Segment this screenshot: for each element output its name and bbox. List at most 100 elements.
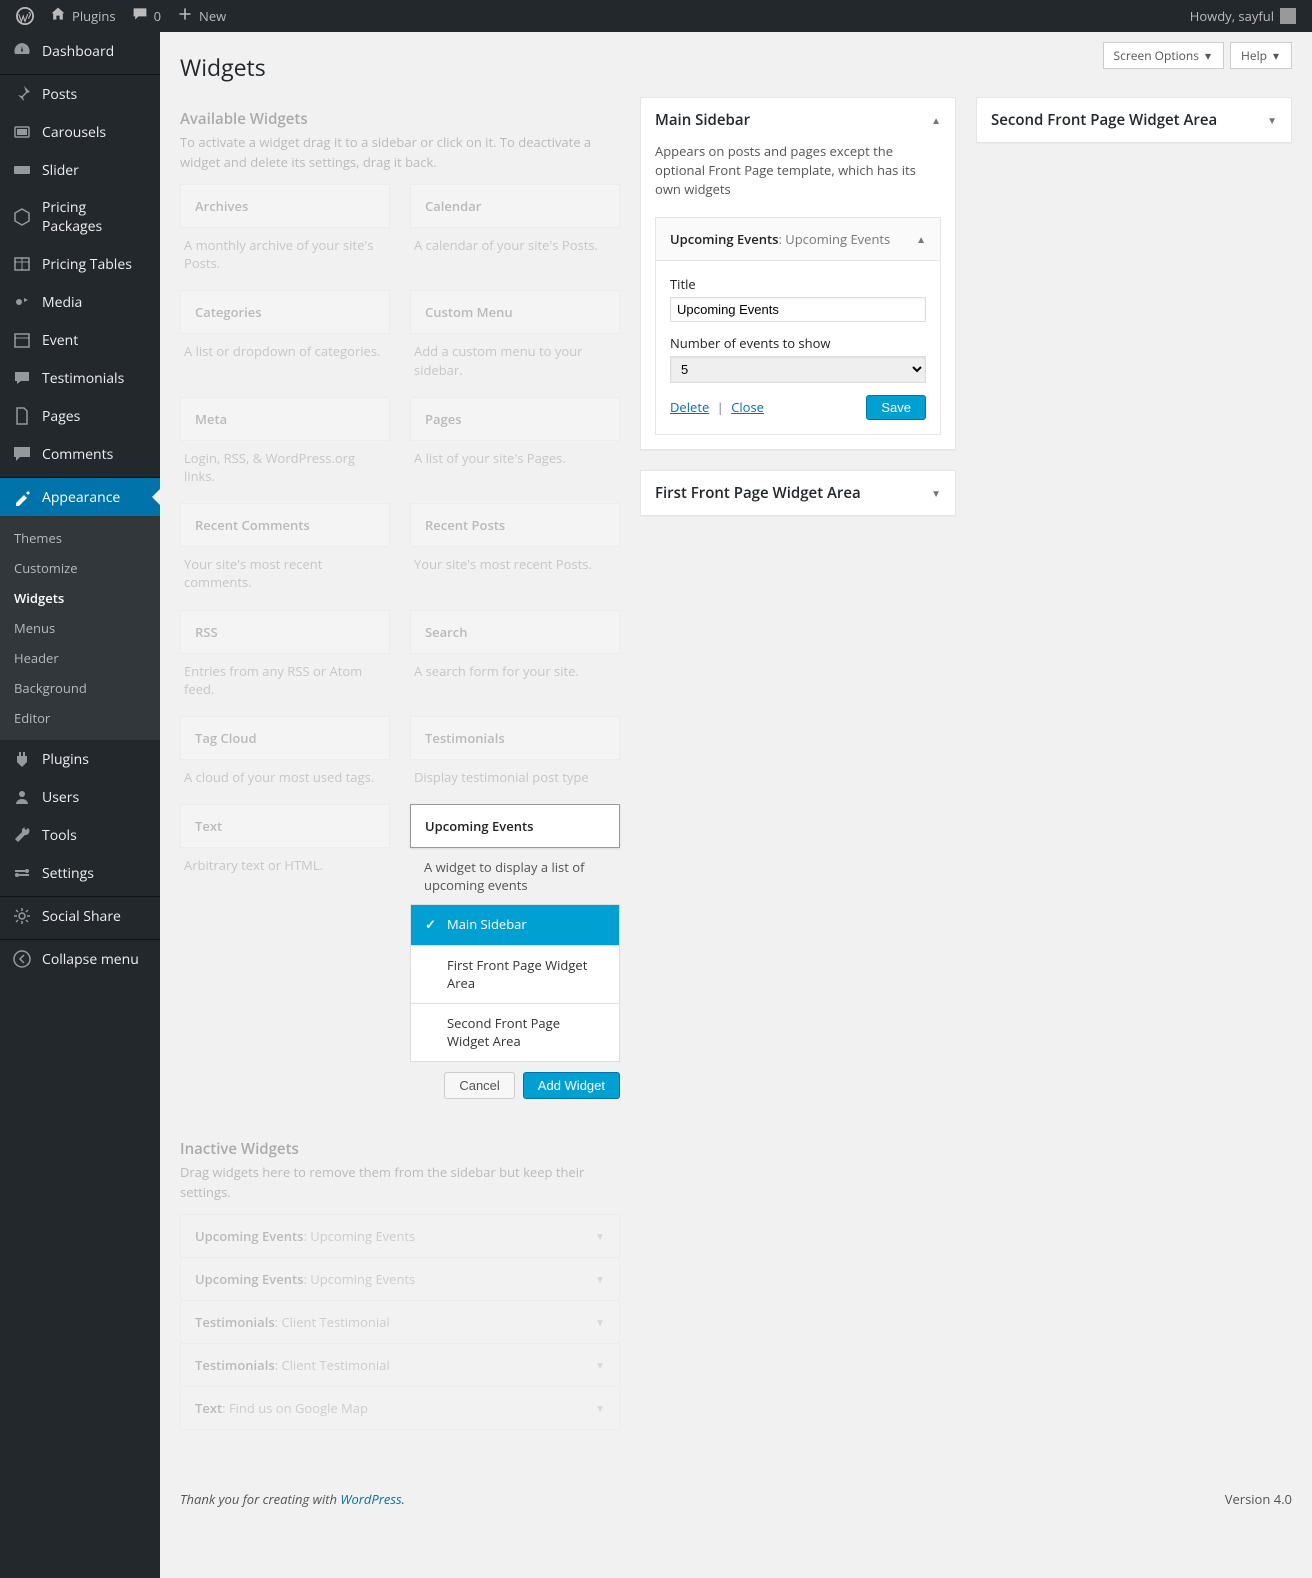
sidebar-area-second-front: Second Front Page Widget Area ▼	[976, 97, 1292, 143]
submenu-menus[interactable]: Menus	[0, 613, 160, 643]
inactive-widget[interactable]: Upcoming Events: Upcoming Events▼	[180, 1214, 620, 1258]
available-widget-meta[interactable]: Meta	[180, 397, 390, 441]
submenu-editor[interactable]: Editor	[0, 703, 160, 733]
tools-icon	[12, 825, 32, 845]
inactive-widget[interactable]: Upcoming Events: Upcoming Events▼	[180, 1258, 620, 1301]
slider-icon	[12, 160, 32, 180]
cancel-button[interactable]: Cancel	[444, 1072, 514, 1099]
plus-icon	[177, 6, 193, 26]
menu-carousels[interactable]: Carousels	[0, 113, 160, 151]
menu-pricing-packages[interactable]: Pricing Packages	[0, 189, 160, 245]
chooser-area-second-front[interactable]: Second Front Page Widget Area	[411, 1004, 619, 1061]
available-widget-recent-posts[interactable]: Recent Posts	[410, 503, 620, 547]
widget-instance-header[interactable]: Upcoming Events: Upcoming Events ▲	[656, 218, 940, 260]
pages-icon	[12, 406, 32, 426]
add-widget-button[interactable]: Add Widget	[523, 1072, 620, 1099]
menu-testimonials[interactable]: Testimonials	[0, 359, 160, 397]
menu-users[interactable]: Users	[0, 778, 160, 816]
available-widget-upcoming-events[interactable]: Upcoming Events	[410, 804, 620, 848]
available-widget-pages[interactable]: Pages	[410, 397, 620, 441]
comment-icon	[12, 444, 32, 464]
chooser-area-main-sidebar[interactable]: Main Sidebar	[411, 905, 619, 946]
home-icon	[50, 6, 66, 26]
sidebar-area-main-header[interactable]: Main Sidebar ▲	[641, 98, 955, 142]
screen-options-button[interactable]: Screen Options▾	[1103, 42, 1225, 69]
menu-pricing-tables[interactable]: Pricing Tables	[0, 245, 160, 283]
sidebar-area-second-front-header[interactable]: Second Front Page Widget Area ▼	[977, 98, 1291, 142]
menu-tools[interactable]: Tools	[0, 816, 160, 854]
inactive-widgets-desc: Drag widgets here to remove them from th…	[180, 1163, 620, 1202]
dashboard-icon	[12, 41, 32, 61]
available-widget-recent-comments[interactable]: Recent Comments	[180, 503, 390, 547]
save-button[interactable]: Save	[866, 395, 926, 420]
content-area: Screen Options▾ Help▾ Widgets Available …	[160, 32, 1312, 1578]
delete-link[interactable]: Delete	[670, 398, 709, 416]
media-icon	[12, 292, 32, 312]
menu-event[interactable]: Event	[0, 321, 160, 359]
settings-icon	[12, 863, 32, 883]
chevron-down-icon: ▼	[595, 1401, 605, 1415]
wordpress-link[interactable]: WordPress	[340, 1490, 401, 1508]
available-widget-text[interactable]: Text	[180, 804, 390, 848]
submenu-header[interactable]: Header	[0, 643, 160, 673]
comments-bubble[interactable]: 0	[124, 0, 169, 32]
inactive-widget[interactable]: Text: Find us on Google Map▼	[180, 1387, 620, 1430]
close-link[interactable]: Close	[731, 398, 764, 416]
chevron-down-icon: ▾	[1205, 47, 1211, 64]
submenu-themes[interactable]: Themes	[0, 523, 160, 553]
submenu-appearance: Themes Customize Widgets Menus Header Ba…	[0, 516, 160, 740]
available-widget-custom-menu[interactable]: Custom Menu	[410, 290, 620, 334]
site-home[interactable]: Plugins	[42, 0, 124, 32]
available-widget-calendar[interactable]: Calendar	[410, 184, 620, 228]
carousel-icon	[12, 122, 32, 142]
calendar-icon	[12, 330, 32, 350]
available-widget-search[interactable]: Search	[410, 610, 620, 654]
submenu-widgets[interactable]: Widgets	[0, 583, 160, 613]
inactive-widget[interactable]: Testimonials: Client Testimonial▼	[180, 1301, 620, 1344]
collapse-menu[interactable]: Collapse menu	[0, 940, 160, 978]
appearance-icon	[12, 487, 32, 507]
inactive-widget[interactable]: Testimonials: Client Testimonial▼	[180, 1344, 620, 1387]
available-widget-tag-cloud[interactable]: Tag Cloud	[180, 716, 390, 760]
available-widgets-heading: Available Widgets	[180, 109, 620, 129]
menu-posts[interactable]: Posts	[0, 75, 160, 113]
available-widget-categories[interactable]: Categories	[180, 290, 390, 334]
menu-pages[interactable]: Pages	[0, 397, 160, 435]
menu-comments[interactable]: Comments	[0, 435, 160, 473]
available-widget-testimonials[interactable]: Testimonials	[410, 716, 620, 760]
submenu-background[interactable]: Background	[0, 673, 160, 703]
menu-settings[interactable]: Settings	[0, 854, 160, 892]
chevron-down-icon: ▼	[931, 486, 941, 500]
count-select[interactable]: 5	[670, 356, 926, 383]
available-widget-rss[interactable]: RSS	[180, 610, 390, 654]
menu-slider[interactable]: Slider	[0, 151, 160, 189]
menu-plugins[interactable]: Plugins	[0, 740, 160, 778]
available-widget-archives[interactable]: Archives	[180, 184, 390, 228]
sidebar-area-first-front: First Front Page Widget Area ▼	[640, 470, 956, 516]
sidebar-area-main-desc: Appears on posts and pages except the op…	[641, 142, 955, 209]
submenu-customize[interactable]: Customize	[0, 553, 160, 583]
admin-bar: Plugins 0 New Howdy, sayful	[0, 0, 1312, 32]
count-label: Number of events to show	[670, 334, 926, 352]
chevron-down-icon: ▼	[595, 1229, 605, 1243]
title-label: Title	[670, 275, 926, 293]
menu-dashboard[interactable]: Dashboard	[0, 32, 160, 70]
sidebar-area-main: Main Sidebar ▲ Appears on posts and page…	[640, 97, 956, 450]
footer-version: Version 4.0	[1225, 1490, 1292, 1508]
menu-media[interactable]: Media	[0, 283, 160, 321]
pin-icon	[12, 84, 32, 104]
new-content[interactable]: New	[169, 0, 234, 32]
help-button[interactable]: Help▾	[1230, 42, 1292, 69]
chevron-down-icon: ▾	[1273, 47, 1279, 64]
menu-social-share[interactable]: Social Share	[0, 897, 160, 935]
site-name: Plugins	[72, 7, 116, 25]
chooser-area-first-front[interactable]: First Front Page Widget Area	[411, 946, 619, 1004]
menu-appearance[interactable]: Appearance	[0, 478, 160, 516]
title-input[interactable]	[670, 297, 926, 322]
account-menu[interactable]: Howdy, sayful	[1182, 0, 1304, 32]
footer-thanks: Thank you for creating with WordPress.	[180, 1490, 405, 1508]
chevron-up-icon: ▲	[916, 232, 926, 246]
howdy-text: Howdy, sayful	[1190, 7, 1274, 25]
wp-logo-icon[interactable]	[8, 0, 42, 32]
sidebar-area-first-front-header[interactable]: First Front Page Widget Area ▼	[641, 471, 955, 515]
